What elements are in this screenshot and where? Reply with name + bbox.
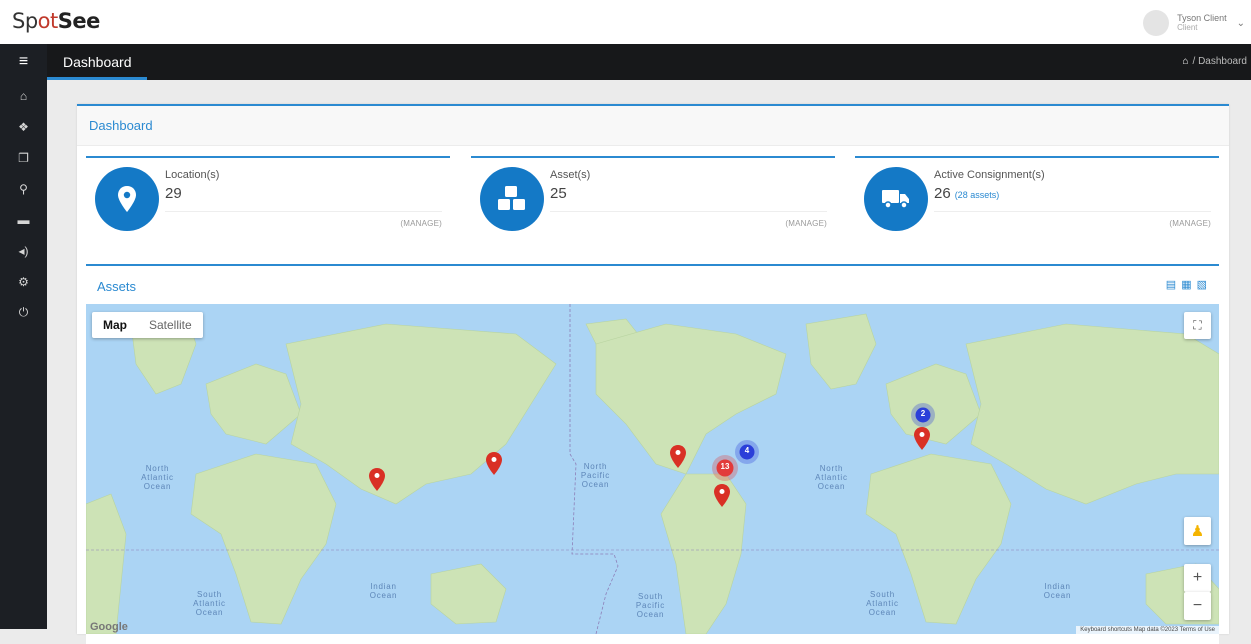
page-title: Dashboard xyxy=(63,54,132,70)
stat-label: Asset(s) xyxy=(550,169,591,181)
map-marker xyxy=(914,427,930,450)
sidebar-item-shipments[interactable]: ▬ xyxy=(0,204,47,235)
ocean-label: Indian Ocean xyxy=(1043,582,1072,600)
avatar[interactable] xyxy=(1143,10,1170,36)
ocean-label: South Atlantic Ocean xyxy=(866,590,899,617)
map-marker-icon xyxy=(95,167,159,231)
cluster-count[interactable]: 4 xyxy=(740,446,754,455)
street-view-pegman-icon[interactable]: ♟ xyxy=(1184,517,1211,545)
truck-icon: ▬ xyxy=(17,212,30,227)
manage-link[interactable]: (MANAGE) xyxy=(785,219,827,228)
ocean-label: North Atlantic Ocean xyxy=(815,464,848,491)
sidebar-item-logout[interactable]: ⏻ xyxy=(0,297,47,328)
assets-panel: Assets ▤ ▦ ▧ 2 4 13 North Atlantic Ocean… xyxy=(86,264,1219,644)
excel-icon[interactable]: ▦ xyxy=(1181,278,1191,291)
stat-label: Active Consignment(s) xyxy=(934,169,1045,181)
chevron-down-icon[interactable]: ⌄ xyxy=(1237,18,1245,29)
csv-icon[interactable]: ▤ xyxy=(1166,278,1176,291)
map-type-map-button[interactable]: Map xyxy=(92,312,138,338)
ocean-label: North Pacific Ocean xyxy=(580,462,611,489)
cogs-icon: ⚙ xyxy=(18,274,29,289)
page-header: Dashboard ⌂ / Dashboard xyxy=(47,44,1251,80)
user-menu[interactable]: Tyson Client Client ⌄ xyxy=(1143,8,1245,38)
assets-count-link[interactable]: (28 assets) xyxy=(955,190,1000,200)
sidebar-item-alerts[interactable]: ◂) xyxy=(0,235,47,266)
cubes-icon: ❖ xyxy=(18,119,29,134)
location-pin-icon: ⚲ xyxy=(19,181,28,196)
assets-title: Assets ▤ ▦ ▧ xyxy=(97,278,1207,294)
spotsee-logo[interactable]: SpotSee xyxy=(12,9,100,33)
user-name: Tyson Client xyxy=(1177,13,1227,23)
zoom-out-button[interactable]: − xyxy=(1184,592,1211,620)
dashboard-panel: Dashboard Location(s) 29 (MANAGE) Asset(… xyxy=(77,104,1229,644)
map-type-control: Map Satellite xyxy=(92,312,203,338)
hamburger-menu-icon[interactable]: ≡ xyxy=(0,44,47,80)
panel-title: Dashboard xyxy=(77,106,1229,146)
sidebar: ≡ ⌂ ❖ ❐ ⚲ ▬ ◂) ⚙ ⏻ xyxy=(0,44,47,629)
fullscreen-icon[interactable]: ⛶ xyxy=(1184,312,1211,339)
stat-value: 29 xyxy=(165,185,182,202)
sidebar-item-locations[interactable]: ⚲ xyxy=(0,173,47,204)
copy-icon: ❐ xyxy=(18,150,29,165)
divider xyxy=(165,211,442,212)
divider xyxy=(934,211,1211,212)
ocean-label: North Atlantic Ocean xyxy=(141,464,174,491)
user-role: Client xyxy=(1177,23,1198,32)
cubes-icon xyxy=(480,167,544,231)
map-attribution[interactable]: Keyboard shortcuts Map data ©2023 Terms … xyxy=(1076,626,1219,634)
manage-link[interactable]: (MANAGE) xyxy=(1169,219,1211,228)
sidebar-item-assets[interactable]: ❖ xyxy=(0,111,47,142)
home-icon: ⌂ xyxy=(19,88,28,103)
ocean-label: South Pacific Ocean xyxy=(635,592,666,619)
title-underline xyxy=(47,77,147,80)
map-type-satellite-button[interactable]: Satellite xyxy=(138,312,203,338)
manage-link[interactable]: (MANAGE) xyxy=(400,219,442,228)
truck-icon xyxy=(864,167,928,231)
home-icon[interactable]: ⌂ xyxy=(1182,56,1188,67)
breadcrumb-current: / Dashboard xyxy=(1192,56,1247,67)
pdf-icon[interactable]: ▧ xyxy=(1197,278,1207,291)
sidebar-item-consignments[interactable]: ❐ xyxy=(0,142,47,173)
top-bar: SpotSee Tyson Client Client ⌄ xyxy=(0,0,1251,44)
ocean-label: South Atlantic Ocean xyxy=(193,590,226,617)
cluster-count[interactable]: 2 xyxy=(916,409,930,418)
ocean-label: Indian Ocean xyxy=(369,582,398,600)
assets-map[interactable]: 2 4 13 North Atlantic Ocean North Pacifi… xyxy=(86,304,1219,634)
cluster-count[interactable]: 13 xyxy=(716,462,734,471)
volume-icon: ◂) xyxy=(18,243,29,258)
stat-card-consignments[interactable]: Active Consignment(s) 26 (28 assets) (MAN… xyxy=(855,156,1219,238)
stat-card-assets[interactable]: Asset(s) 25 (MANAGE) xyxy=(471,156,835,238)
breadcrumb: ⌂ / Dashboard xyxy=(1182,56,1247,67)
user-info: Tyson Client Client xyxy=(1177,13,1227,33)
google-logo[interactable]: Google xyxy=(90,621,128,633)
divider xyxy=(550,211,827,212)
map-marker xyxy=(486,452,502,475)
stat-card-locations[interactable]: Location(s) 29 (MANAGE) xyxy=(86,156,450,238)
sidebar-item-settings[interactable]: ⚙ xyxy=(0,266,47,297)
zoom-in-button[interactable]: + xyxy=(1184,564,1211,592)
stat-label: Location(s) xyxy=(165,169,220,181)
stat-value: 25 xyxy=(550,185,567,202)
power-icon: ⏻ xyxy=(18,305,29,319)
stat-value: 26 (28 assets) xyxy=(934,185,1000,202)
export-icons: ▤ ▦ ▧ xyxy=(1166,278,1207,291)
sidebar-item-home[interactable]: ⌂ xyxy=(0,80,47,111)
